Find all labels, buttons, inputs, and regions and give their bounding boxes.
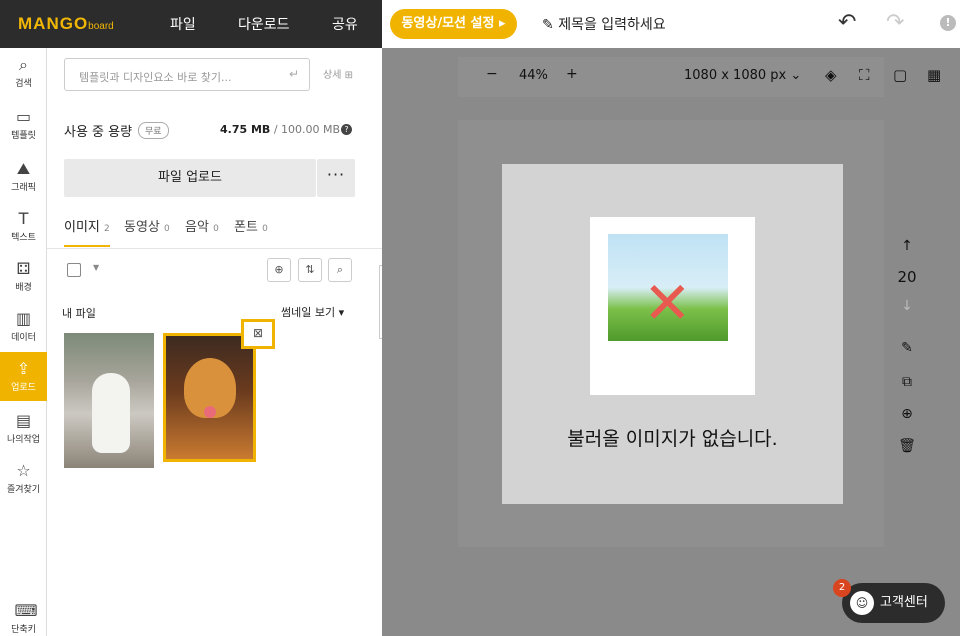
sidebar-item-background[interactable]: ⚃ 배경 <box>0 252 47 301</box>
duplicate-icon[interactable]: ⧉ <box>892 374 922 390</box>
canvas-size-dropdown[interactable]: 1080 x 1080 px ⌄ <box>684 68 801 83</box>
tab-video[interactable]: 동영상 0 <box>124 216 170 235</box>
topbar-left: MANGOboard 파일 다운로드 공유 <box>0 0 382 48</box>
error-message: 불러올 이미지가 없습니다. <box>567 428 778 450</box>
template-search-input[interactable]: 템플릿과 디자인요소 바로 찾기... ↵ <box>64 58 310 91</box>
zoom-level[interactable]: 44% <box>519 68 548 83</box>
template-icon: ▭ <box>15 107 32 126</box>
smile-icon: ☺ <box>850 591 874 615</box>
dog-tongue <box>204 406 216 418</box>
page-up-icon[interactable]: ↑ <box>892 238 922 254</box>
zoom-in-button[interactable]: + <box>566 66 578 82</box>
sort-icon[interactable]: ⇅ <box>298 258 322 282</box>
image-load-error: ✕ 불러올 이미지가 없습니다. <box>502 164 843 504</box>
tab-music[interactable]: 음악 0 <box>185 216 219 235</box>
sidebar-item-shortcuts[interactable]: ⌨ 단축키 <box>0 594 47 636</box>
sidebar-item-search[interactable]: ⌕ 검색 <box>0 48 47 97</box>
usage-label: 사용 중 용량 <box>64 125 133 140</box>
pencil-icon: ✎ <box>542 17 559 33</box>
sidebar-item-my-work[interactable]: ▤ 나의작업 <box>0 404 47 453</box>
tab-image[interactable]: 이미지 2 <box>64 216 110 247</box>
title-input[interactable]: ✎ 제목을 입력하세요 <box>542 14 666 34</box>
sidebar-item-template[interactable]: ▭ 템플릿 <box>0 100 47 149</box>
menu-share[interactable]: 공유 <box>332 14 358 34</box>
background-icon: ⚃ <box>16 259 31 278</box>
data-icon: ▥ <box>15 309 32 328</box>
image-thumbnail-selected[interactable] <box>163 333 256 462</box>
upload-icon: ⇪ <box>16 359 31 378</box>
divider <box>47 248 382 249</box>
new-folder-icon[interactable]: ⊕ <box>267 258 291 282</box>
sidebar-item-graphic[interactable]: ⛰ 그래픽 <box>0 152 47 201</box>
sidebar-item-data[interactable]: ▥ 데이터 <box>0 302 47 351</box>
help-icon[interactable]: ? <box>341 124 352 135</box>
trash-icon[interactable]: 🗑 <box>892 438 922 454</box>
menu-file[interactable]: 파일 <box>170 14 196 34</box>
thumbnail-view-dropdown[interactable]: 썸네일 보기 ▾ <box>281 304 344 320</box>
page-number: 20 <box>897 268 917 286</box>
video-motion-button[interactable]: 동영상/모션 설정 ▸ <box>390 9 517 39</box>
image-thumbnail[interactable] <box>64 333 154 468</box>
usage-value: 4.75 MB / 100.00 MB <box>220 123 341 136</box>
notification-badge: 2 <box>833 579 851 597</box>
white-dog-photo <box>92 373 130 453</box>
sidebar-item-text[interactable]: T 텍스트 <box>0 202 47 251</box>
topbar: MANGOboard 파일 다운로드 공유 동영상/모션 설정 ▸ ✎ 제목을 … <box>0 0 960 48</box>
page-down-icon[interactable]: ↓ <box>892 298 922 314</box>
star-icon: ☆ <box>16 461 31 480</box>
search-icon: ⌕ <box>19 55 28 74</box>
sidebar-item-favorites[interactable]: ☆ 즐겨찾기 <box>0 454 47 503</box>
sidebar-item-upload[interactable]: ⇪ 업로드 <box>0 352 47 401</box>
redo-icon[interactable]: ↷ <box>886 10 904 35</box>
grid-view-icon[interactable]: ▦ <box>927 66 941 84</box>
layers-icon[interactable]: ◈ <box>825 66 837 84</box>
zoom-out-button[interactable]: − <box>486 66 498 82</box>
mango-logo[interactable]: MANGOboard <box>18 14 114 34</box>
canvas-area: − 44% + 1080 x 1080 px ⌄ ◈ ⛶ ▢ ▦ ✕ 불러올 이… <box>382 48 960 636</box>
text-icon: T <box>18 209 29 228</box>
color-picker-icon[interactable]: ✎ <box>892 340 922 356</box>
select-all-checkbox[interactable] <box>67 263 81 277</box>
error-x-icon: ✕ <box>643 269 692 337</box>
my-work-icon: ▤ <box>15 411 32 430</box>
tab-font[interactable]: 폰트 0 <box>234 216 268 235</box>
search-files-icon[interactable]: ⌕ <box>328 258 352 282</box>
ratio-icon[interactable]: ▢ <box>893 66 907 84</box>
keyboard-icon: ⌨ <box>14 601 38 620</box>
menu-download[interactable]: 다운로드 <box>238 14 290 34</box>
broken-image-icon: ✕ <box>590 217 755 395</box>
left-sidebar: ⌕ 검색 ▭ 템플릿 ⛰ 그래픽 T 텍스트 ⚃ 배경 ▥ 데이터 ⇪ 업로드 ▤ 나의작업 ☆… <box>0 48 47 636</box>
fit-screen-icon[interactable]: ⛶ <box>859 66 870 84</box>
my-files-label: 내 파일 <box>62 307 96 320</box>
info-icon[interactable]: ! <box>940 15 956 31</box>
free-badge: 무료 <box>138 122 169 139</box>
graphic-icon: ⛰ <box>16 159 31 178</box>
help-center-button[interactable]: ☺ 고객센터 <box>842 583 945 623</box>
more-options-button[interactable]: ··· <box>317 159 355 197</box>
upload-panel: 템플릿과 디자인요소 바로 찾기... ↵ 상세 ⊞ 사용 중 용량 무료 4.… <box>47 48 382 636</box>
file-upload-button[interactable]: 파일 업로드 <box>64 159 316 197</box>
undo-icon[interactable]: ↶ <box>838 10 856 35</box>
detail-search-link[interactable]: 상세 ⊞ <box>323 66 353 81</box>
select-dropdown-icon[interactable]: ▼ <box>93 263 99 272</box>
enter-icon: ↵ <box>288 67 299 81</box>
delete-file-icon[interactable]: ⊠ <box>241 319 275 349</box>
add-page-icon[interactable]: ⊕ <box>892 406 922 422</box>
